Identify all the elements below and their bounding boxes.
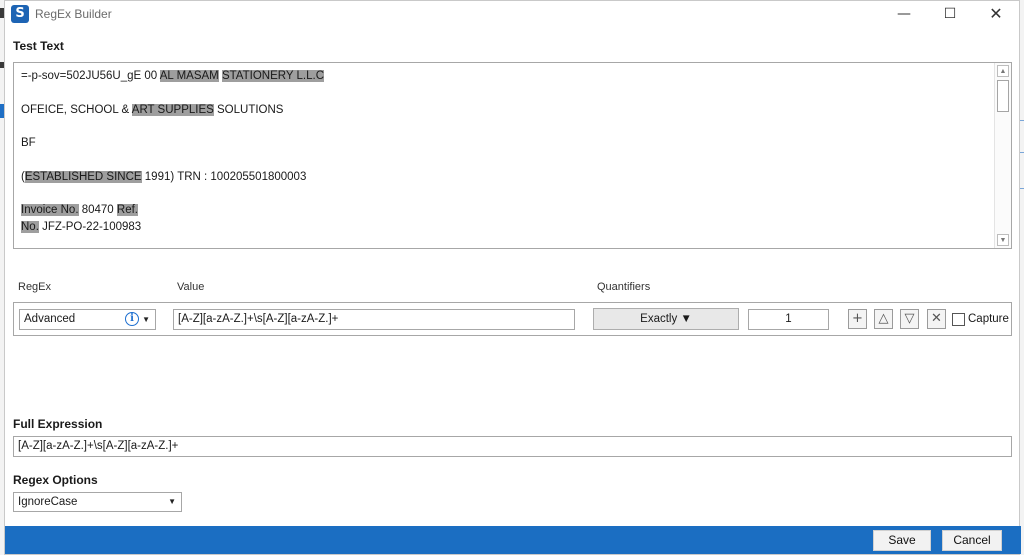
quantifiers-column-header: Quantifiers	[597, 281, 651, 293]
test-text-content: =-p-sov=502JU56U_gE 00 AL MASAM STATIONE…	[21, 68, 991, 236]
match-highlight: No.	[21, 221, 39, 233]
match-highlight: STATIONERY L.L.C	[221, 70, 324, 82]
maximize-button[interactable]: ☐	[927, 1, 973, 29]
close-icon: ✕	[931, 311, 942, 326]
quantifier-dropdown[interactable]: Exactly ▼	[593, 308, 739, 330]
text-run: =-p-sov=502JU56U_gE 00	[21, 70, 160, 82]
quantifier-count-input[interactable]: 1	[748, 309, 829, 330]
quantifier-value: Exactly	[640, 313, 678, 325]
capture-checkbox[interactable]	[952, 313, 965, 326]
regex-type-dropdown[interactable]: Advanced i ▼	[19, 309, 156, 330]
info-icon[interactable]: i	[125, 312, 139, 326]
text-run: BF	[21, 137, 36, 149]
background-app-right	[1020, 0, 1024, 555]
regex-options-label: Regex Options	[13, 473, 98, 487]
regex-column-header: RegEx	[18, 281, 52, 293]
match-highlight: ART SUPPLIES	[131, 103, 214, 116]
test-text-area[interactable]: =-p-sov=502JU56U_gE 00 AL MASAM STATIONE…	[13, 62, 1012, 249]
cancel-button[interactable]: Cancel	[942, 530, 1002, 551]
regex-type-value: Advanced	[24, 313, 76, 325]
test-text-label: Test Text	[13, 39, 64, 53]
match-highlight: ESTABLISHED SINCE	[24, 170, 142, 183]
test-text-scrollbar[interactable]: ▲ ▼	[994, 63, 1011, 248]
match-highlight: Invoice No.	[21, 204, 79, 216]
text-run: OFEICE, SCHOOL &	[21, 103, 132, 116]
background-line	[1020, 120, 1024, 121]
chevron-down-icon: ▼	[168, 497, 176, 506]
text-run: JFZ-PO-22-100983	[38, 221, 142, 233]
scroll-up-icon[interactable]: ▲	[997, 65, 1009, 77]
move-up-button[interactable]: △	[874, 309, 893, 329]
title-bar[interactable]: S RegEx Builder — ☐ ✕	[5, 1, 1019, 29]
test-text-line: OFEICE, SCHOOL & ART SUPPLIES SOLUTIONS	[21, 102, 991, 119]
value-column-header: Value	[177, 281, 205, 293]
add-rule-button[interactable]: +	[848, 309, 867, 329]
window-title: RegEx Builder	[35, 7, 112, 21]
full-expression-label: Full Expression	[13, 417, 103, 431]
test-text-line: =-p-sov=502JU56U_gE 00 AL MASAM STATIONE…	[21, 68, 991, 85]
minimize-button[interactable]: —	[881, 1, 927, 29]
triangle-down-icon: ▽	[904, 311, 915, 326]
text-run: 1991) TRN : 100205501800003	[141, 170, 307, 183]
test-text-line: No. JFZ-PO-22-100983	[21, 219, 991, 236]
scroll-down-icon[interactable]: ▼	[997, 234, 1009, 246]
move-down-button[interactable]: ▽	[900, 309, 919, 329]
regex-builder-window: S RegEx Builder — ☐ ✕ Test Text =-p-sov=…	[4, 0, 1021, 555]
remove-rule-button[interactable]: ✕	[927, 309, 946, 329]
regex-options-value: IgnoreCase	[18, 496, 78, 508]
dialog-footer: Save Cancel	[5, 526, 1021, 554]
chevron-down-icon: ▼	[680, 313, 692, 325]
plus-icon: +	[852, 311, 863, 326]
close-icon: ✕	[989, 4, 1003, 23]
chevron-down-icon: ▼	[142, 315, 150, 324]
regex-options-dropdown[interactable]: IgnoreCase ▼	[13, 492, 182, 512]
triangle-up-icon: △	[878, 311, 889, 326]
capture-label[interactable]: Capture	[968, 313, 1009, 325]
test-text-line: (ESTABLISHED SINCE 1991) TRN : 100205501…	[21, 169, 991, 186]
test-text-line: Invoice No. 80470 Ref.	[21, 202, 991, 219]
app-logo-icon: S	[11, 5, 29, 23]
match-highlight: AL MASAM	[159, 70, 219, 82]
background-line	[1020, 188, 1024, 189]
regex-value-input[interactable]: [A-Z][a-zA-Z.]+\s[A-Z][a-zA-Z.]+	[173, 309, 575, 330]
background-line	[1020, 152, 1024, 153]
text-run: SOLUTIONS	[213, 103, 284, 116]
text-run: 80470	[78, 204, 117, 216]
minimize-icon: —	[897, 6, 911, 22]
regex-rule-row: Advanced i ▼ [A-Z][a-zA-Z.]+\s[A-Z][a-zA…	[13, 302, 1012, 336]
close-button[interactable]: ✕	[973, 1, 1019, 29]
full-expression-input[interactable]: [A-Z][a-zA-Z.]+\s[A-Z][a-zA-Z.]+	[13, 436, 1012, 457]
save-button[interactable]: Save	[873, 530, 931, 551]
test-text-line: BF	[21, 135, 991, 152]
maximize-icon: ☐	[943, 6, 957, 22]
scroll-thumb[interactable]	[997, 80, 1009, 112]
match-highlight: Ref.	[116, 204, 138, 216]
